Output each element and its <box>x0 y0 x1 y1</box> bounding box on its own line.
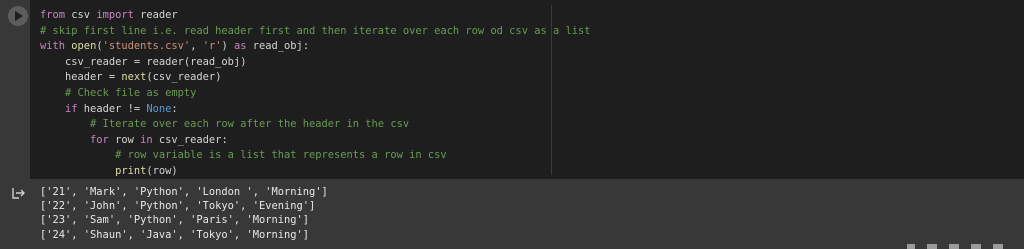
code-line: print(row) <box>40 164 591 180</box>
code-token: 'r' <box>202 40 222 53</box>
code-token: reader <box>133 9 178 21</box>
code-line: # Iterate over each row after the header… <box>40 117 591 133</box>
output-lines: ['21', 'Mark', 'Python', 'London ', 'Mor… <box>40 185 328 242</box>
code-line: csv_reader = reader(read_obj) <box>40 55 591 71</box>
code-token: read_obj: <box>246 40 310 53</box>
code-token: # Check file as empty <box>65 86 197 99</box>
code-token: row <box>108 133 141 146</box>
cell-output: ['21', 'Mark', 'Python', 'London ', 'Mor… <box>0 179 1024 249</box>
code-line: for row in csv_reader: <box>40 133 591 149</box>
code-token: (csv_reader) <box>146 71 222 84</box>
code-token: None <box>146 102 172 115</box>
code-line: with open('students.csv', 'r') as read_o… <box>40 39 591 55</box>
cell-toolbar[interactable] <box>907 244 1017 249</box>
code-token: as <box>234 40 247 53</box>
code-token: csv <box>65 9 97 21</box>
code-line: # Check file as empty <box>40 86 591 102</box>
code-token: csv_reader: <box>152 133 228 146</box>
code-token: with <box>40 40 66 53</box>
code-line: # skip first line i.e. read header first… <box>40 24 591 40</box>
code-line: if header != None: <box>40 102 591 118</box>
code-token: # Iterate over each row after the header… <box>90 118 410 131</box>
play-icon <box>15 11 23 21</box>
code-line: from csv import reader <box>40 8 591 24</box>
code-token: 'students.csv' <box>102 40 191 53</box>
code-token: if <box>65 102 78 115</box>
code-token: (row) <box>146 164 178 177</box>
code-token: from <box>40 9 66 21</box>
output-line: ['23', 'Sam', 'Python', 'Paris', 'Mornin… <box>40 214 309 227</box>
run-cell-button[interactable] <box>8 6 28 26</box>
output-line: ['22', 'John', 'Python', 'Tokyo', 'Eveni… <box>40 200 316 213</box>
code-token: csv_reader = reader(read_obj) <box>65 55 247 68</box>
code-token: open <box>71 40 97 53</box>
code-token: # row variable is a list that represents… <box>115 149 447 162</box>
code-token: header = <box>65 71 122 84</box>
code-token: # skip first line i.e. read header first… <box>40 24 591 37</box>
code-token: header != <box>77 102 147 115</box>
code-token: in <box>140 133 153 146</box>
code-lines: from csv import reader # skip first line … <box>40 8 591 180</box>
code-token: ) <box>221 40 234 53</box>
notebook-cell: from csv import reader # skip first line … <box>0 0 1024 249</box>
code-line: header = next(csv_reader) <box>40 70 591 86</box>
code-token: next <box>121 71 147 84</box>
output-redirect-icon[interactable] <box>12 187 26 199</box>
code-token: import <box>96 9 134 21</box>
code-token: print <box>115 164 147 177</box>
code-token: for <box>90 133 109 146</box>
output-line: ['21', 'Mark', 'Python', 'London ', 'Mor… <box>40 186 328 198</box>
code-token: : <box>171 102 178 115</box>
output-line: ['24', 'Shaun', 'Java', 'Tokyo', 'Mornin… <box>40 228 309 241</box>
code-line: # row variable is a list that represents… <box>40 148 591 164</box>
code-token: , <box>190 40 203 53</box>
